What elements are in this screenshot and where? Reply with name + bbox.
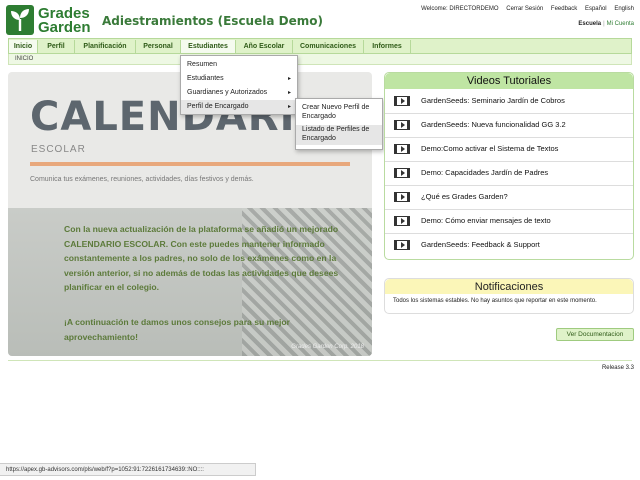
banner-description: Comunica tus exámenes, reuniones, activi… (30, 176, 254, 183)
video-link[interactable]: GardenSeeds: Nueva funcionalidad GG 3.2 (421, 113, 566, 137)
video-row[interactable]: Demo: Capacidades Jardín de Padres (385, 161, 633, 186)
video-tutorials-title: Videos Tutoriales (385, 73, 633, 89)
menu-item-label: Perfil de Encargado (187, 103, 249, 110)
film-icon (394, 120, 410, 130)
school-switch: Escuela | Mi Cuenta (578, 21, 634, 27)
main-nav: Inicio Perfil Planificación Personal Est… (8, 38, 632, 54)
nav-planificacion[interactable]: Planificación (75, 40, 136, 53)
film-icon (394, 216, 410, 226)
welcome-text: Welcome: DIRECTORDEMO (421, 6, 499, 12)
video-row[interactable]: ¿Qué es Grades Garden? (385, 185, 633, 210)
video-link[interactable]: Demo: Cómo enviar mensajes de texto (421, 209, 551, 233)
nav-informes[interactable]: Informes (364, 40, 411, 53)
banner-credit: Grades Garden Corp. 2018 (291, 344, 364, 350)
nav-comunicaciones[interactable]: Comunicaciones (293, 40, 364, 53)
chevron-right-icon: ▸ (287, 76, 291, 82)
browser-status-url: https://apex.gb-advisors.com/pls/web/f?p… (0, 463, 256, 476)
video-link[interactable]: Demo: Capacidades Jardín de Padres (421, 161, 548, 185)
sprout-icon (6, 5, 34, 35)
video-link[interactable]: ¿Qué es Grades Garden? (421, 185, 508, 209)
film-icon (394, 240, 410, 250)
top-links: Welcome: DIRECTORDEMO Cerrar Sesión Feed… (415, 6, 634, 12)
nav-estudiantes[interactable]: Estudiantes (181, 40, 236, 53)
notifications-title: Notificaciones (385, 279, 633, 294)
lang-es-link[interactable]: Español (585, 6, 607, 12)
lang-en-link[interactable]: English (614, 6, 634, 12)
release-version: Release 3.3 (601, 365, 634, 371)
nav-personal[interactable]: Personal (136, 40, 181, 53)
banner-paragraph-2: ¡A continuación te damos unos consejos p… (64, 317, 291, 342)
film-icon (394, 144, 410, 154)
nav-ano-escolar[interactable]: Año Escolar (236, 40, 293, 53)
students-dropdown-menu: Resumen Estudiantes ▸ Guardianes y Autori… (180, 55, 298, 115)
notifications-body: Todos los sistemas estables. No hay asun… (393, 298, 597, 304)
school-separator: | (603, 21, 605, 27)
menu-item-resumen[interactable]: Resumen (181, 58, 297, 72)
video-link[interactable]: GardenSeeds: Seminario Jardín de Cobros (421, 89, 565, 113)
chevron-right-icon: ▸ (287, 104, 291, 110)
video-tutorials-panel: Videos Tutoriales GardenSeeds: Seminario… (384, 72, 634, 260)
feedback-link[interactable]: Feedback (551, 6, 577, 12)
menu-item-label: Resumen (187, 61, 217, 68)
school-link[interactable]: Escuela (578, 21, 601, 27)
video-link[interactable]: Demo:Como activar el Sistema de Textos (421, 137, 558, 161)
film-icon (394, 168, 410, 178)
menu-item-estudiantes[interactable]: Estudiantes ▸ (181, 72, 297, 86)
banner-paragraph-1: Con la nueva actualización de la platafo… (64, 224, 339, 292)
film-icon (394, 192, 410, 202)
nav-perfil[interactable]: Perfil (38, 40, 75, 53)
logout-link[interactable]: Cerrar Sesión (506, 6, 543, 12)
view-documentation-button[interactable]: Ver Documentacion (556, 328, 634, 341)
grades-garden-logo[interactable]: Grades Garden (6, 5, 96, 37)
chevron-right-icon: ▸ (287, 90, 291, 96)
menu-item-perfil-encargado[interactable]: Perfil de Encargado ▸ (181, 100, 297, 114)
footer-divider (8, 360, 632, 361)
app-title: Adiestramientos (Escuela Demo) (102, 14, 323, 28)
video-row[interactable]: Demo:Como activar el Sistema de Textos (385, 137, 633, 162)
video-row[interactable]: GardenSeeds: Feedback & Support (385, 233, 633, 257)
video-row[interactable]: Demo: Cómo enviar mensajes de texto (385, 209, 633, 234)
submenu-list-profiles[interactable]: Listado de Perfiles de Encargado (296, 125, 382, 145)
menu-item-guardianes[interactable]: Guardianes y Autorizados ▸ (181, 86, 297, 100)
menu-item-label: Guardianes y Autorizados (187, 89, 268, 96)
my-account-link[interactable]: Mi Cuenta (607, 21, 634, 27)
film-icon (394, 96, 410, 106)
video-row[interactable]: GardenSeeds: Seminario Jardín de Cobros (385, 89, 633, 114)
submenu-create-profile[interactable]: Crear Nuevo Perfil de Encargado (296, 103, 382, 123)
video-row[interactable]: GardenSeeds: Nueva funcionalidad GG 3.2 (385, 113, 633, 138)
profile-submenu: Crear Nuevo Perfil de Encargado Listado … (295, 98, 383, 150)
menu-item-label: Estudiantes (187, 75, 224, 82)
nav-inicio[interactable]: Inicio (9, 40, 38, 53)
banner-subtitle: ESCOLAR (31, 144, 86, 155)
video-link[interactable]: GardenSeeds: Feedback & Support (421, 233, 540, 257)
breadcrumb: INICIO (8, 54, 632, 65)
notifications-panel: Notificaciones Todos los sistemas establ… (384, 278, 634, 314)
banner-accent-bar (30, 162, 350, 166)
logo-text-line2: Garden (38, 19, 91, 36)
